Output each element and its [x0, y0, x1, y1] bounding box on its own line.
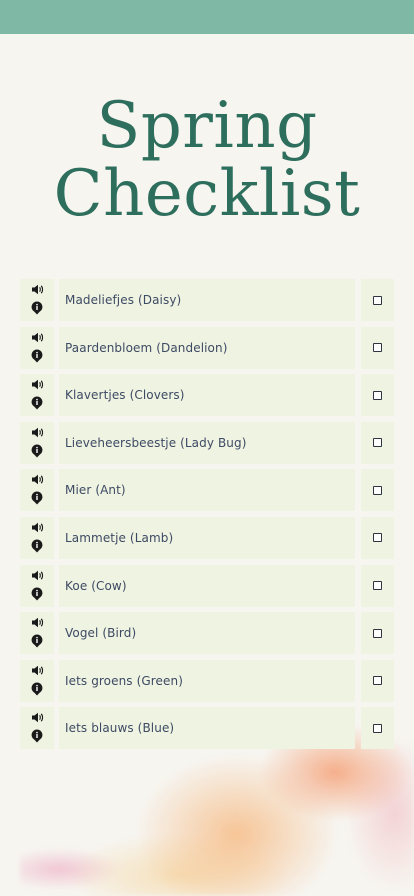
item-label: Koe (Cow) [59, 564, 355, 607]
item-icons [20, 564, 54, 607]
title-line-1: Spring [96, 89, 318, 163]
list-item: Mier (Ant) [20, 469, 394, 512]
item-label: Iets blauws (Blue) [59, 707, 355, 750]
item-checkbox[interactable] [373, 676, 382, 686]
list-item: Iets groens (Green) [20, 659, 394, 702]
item-label: Madeliefjes (Daisy) [59, 279, 355, 321]
item-icons [20, 421, 54, 464]
info-pin-icon[interactable] [31, 396, 43, 410]
item-icons [20, 516, 54, 559]
item-icons [20, 374, 54, 417]
item-icons [20, 469, 54, 512]
item-icons [20, 279, 54, 321]
list-item: Lammetje (Lamb) [20, 516, 394, 559]
item-label: Paardenbloem (Dandelion) [59, 326, 355, 369]
info-pin-icon[interactable] [31, 682, 43, 696]
item-label: Iets groens (Green) [59, 659, 355, 702]
item-label: Vogel (Bird) [59, 612, 355, 655]
item-icons [20, 707, 54, 750]
list-item: Paardenbloem (Dandelion) [20, 326, 394, 369]
checkbox-cell [361, 326, 394, 369]
info-pin-icon[interactable] [31, 634, 43, 648]
info-pin-icon[interactable] [31, 301, 43, 315]
page-title: Spring Checklist [0, 92, 414, 228]
item-checkbox[interactable] [373, 343, 382, 353]
item-checkbox[interactable] [373, 533, 382, 543]
item-icons [20, 659, 54, 702]
item-checkbox[interactable] [373, 628, 382, 638]
item-checkbox[interactable] [373, 438, 382, 448]
speaker-icon[interactable] [31, 617, 44, 628]
checkbox-cell [361, 374, 394, 417]
list-item: Madeliefjes (Daisy) [20, 279, 394, 321]
item-icons [20, 612, 54, 655]
info-pin-icon[interactable] [31, 491, 43, 505]
speaker-icon[interactable] [31, 379, 44, 390]
list-item: Vogel (Bird) [20, 612, 394, 655]
speaker-icon[interactable] [31, 665, 44, 676]
info-pin-icon[interactable] [31, 539, 43, 553]
item-label: Mier (Ant) [59, 469, 355, 512]
list-item: Iets blauws (Blue) [20, 707, 394, 750]
speaker-icon[interactable] [31, 474, 44, 485]
speaker-icon[interactable] [31, 332, 44, 343]
info-pin-icon[interactable] [31, 349, 43, 363]
item-checkbox[interactable] [373, 485, 382, 495]
info-pin-icon[interactable] [31, 444, 43, 458]
checkbox-cell [361, 659, 394, 702]
checkbox-cell [361, 279, 394, 321]
checkbox-cell [361, 469, 394, 512]
checkbox-cell [361, 421, 394, 464]
checklist: Madeliefjes (Daisy) Paardenbloem (Dandel… [20, 279, 394, 755]
info-pin-icon[interactable] [31, 587, 43, 601]
item-label: Lammetje (Lamb) [59, 516, 355, 559]
item-checkbox[interactable] [373, 581, 382, 591]
item-icons [20, 326, 54, 369]
title-line-2: Checklist [53, 157, 361, 231]
checkbox-cell [361, 707, 394, 750]
list-item: Klavertjes (Clovers) [20, 374, 394, 417]
top-bar [0, 0, 414, 34]
checkbox-cell [361, 564, 394, 607]
list-item: Koe (Cow) [20, 564, 394, 607]
speaker-icon[interactable] [31, 427, 44, 438]
info-pin-icon[interactable] [31, 729, 43, 743]
speaker-icon[interactable] [31, 712, 44, 723]
checkbox-cell [361, 612, 394, 655]
item-checkbox[interactable] [373, 723, 382, 733]
list-item: Lieveheersbeestje (Lady Bug) [20, 421, 394, 464]
item-checkbox[interactable] [373, 295, 382, 305]
speaker-icon[interactable] [31, 570, 44, 581]
item-checkbox[interactable] [373, 390, 382, 400]
checkbox-cell [361, 516, 394, 559]
speaker-icon[interactable] [31, 284, 44, 295]
item-label: Lieveheersbeestje (Lady Bug) [59, 421, 355, 464]
speaker-icon[interactable] [31, 522, 44, 533]
item-label: Klavertjes (Clovers) [59, 374, 355, 417]
